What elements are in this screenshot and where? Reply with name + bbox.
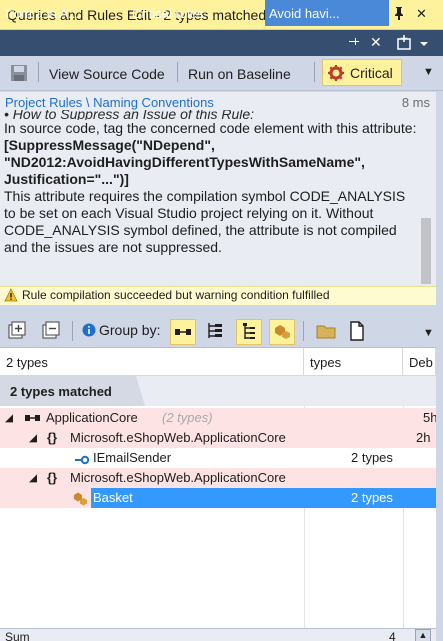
types-value: 2 types [351, 490, 393, 505]
tree-row-assembly[interactable]: ◢ ApplicationCore (2 types) 5h [0, 408, 437, 428]
namespace-tree-icon [208, 323, 222, 338]
panel-divider[interactable] [0, 305, 443, 315]
description-line: This attribute requires the compilation … [4, 188, 406, 255]
tab-label: Avoid havi... [269, 6, 340, 21]
toolbar-separator [72, 321, 73, 341]
info-icon[interactable] [82, 323, 96, 340]
column-header-types[interactable]: types [304, 348, 403, 376]
results-overflow-icon[interactable]: ▼ [423, 327, 434, 339]
expand-all-button[interactable] [6, 319, 32, 345]
rule-description-panel: Project Rules \ Naming Conventions 8 ms … [0, 92, 436, 286]
open-folder-button[interactable] [314, 319, 340, 345]
summary-label: Sum [5, 630, 30, 641]
tab-pin-icon[interactable] [348, 36, 362, 51]
new-tab-icon [397, 35, 428, 50]
expand-arrow-icon[interactable]: ◢ [5, 408, 13, 428]
tree-row-namespace[interactable]: ◢ {} Microsoft.eShopWeb.ApplicationCore [0, 468, 436, 488]
column-header-debt[interactable]: Deb [403, 348, 436, 376]
namespace-icon: {} [47, 430, 58, 445]
rule-breadcrumb[interactable]: Project Rules \ Naming Conventions [5, 95, 214, 110]
toolbar-overflow-icon[interactable]: ▼ [423, 66, 434, 78]
grid-edge [436, 315, 443, 641]
group-title: 2 types matched [0, 376, 145, 406]
assembly-name: ApplicationCore [46, 410, 138, 425]
namespace-name: Microsoft.eShopWeb.ApplicationCore [70, 430, 286, 445]
rule-description-text: • How to Suppress an Issue of this Rule:… [4, 110, 419, 256]
collapse-all-button[interactable] [40, 319, 66, 345]
group-by-assembly-button[interactable] [170, 319, 196, 345]
clipped-line: • How to Suppress an Issue of this Rule: [4, 110, 255, 120]
class-icon [72, 489, 90, 510]
type-name: IEmailSender [93, 450, 172, 465]
critical-toggle-button[interactable]: Critical [322, 59, 402, 86]
tree-row-namespace[interactable]: ◢ {} Microsoft.eShopWeb.ApplicationCore … [0, 428, 436, 448]
expand-all-icon [8, 321, 26, 339]
new-tab-button[interactable] [396, 34, 432, 55]
tab-query-1[interactable]: from a in A... [6, 0, 124, 26]
interface-icon [74, 453, 90, 468]
save-icon [11, 65, 27, 81]
code-line: [SuppressMessage("NDepend", [4, 137, 215, 153]
summary-bar: Sum 4 ▲ [0, 628, 436, 641]
toolbar-separator [177, 62, 178, 82]
new-document-button[interactable] [345, 319, 371, 345]
description-scroll-thumb[interactable] [421, 218, 431, 284]
pin-icon [395, 7, 403, 20]
tab-critical-rules[interactable]: Critical rules... [132, 0, 260, 26]
close-window-button[interactable]: ✕ [416, 6, 427, 22]
view-source-code-button[interactable]: View Source Code [43, 62, 171, 86]
warning-icon [4, 288, 18, 302]
toolbar-separator [38, 62, 39, 82]
column-header-name[interactable]: 2 types [0, 348, 304, 376]
scroll-up-button[interactable]: ▲ [415, 629, 431, 641]
code-line: Justification="...")] [4, 171, 129, 187]
namespace-icon: {} [47, 470, 58, 485]
assembly-icon [24, 412, 42, 427]
elapsed-time: 8 ms [401, 95, 430, 110]
toolbar-separator [314, 62, 315, 82]
namespace-name: Microsoft.eShopWeb.ApplicationCore [70, 470, 286, 485]
group-by-label: Group by: [99, 322, 161, 338]
description-line: In source code, tag the concerned code e… [4, 120, 417, 136]
summary-value: 4 [389, 630, 396, 641]
tree-row-class[interactable]: Basket 2 types [0, 488, 436, 508]
assembly-icon [175, 329, 191, 335]
save-button[interactable] [10, 64, 28, 85]
pin-button[interactable] [393, 6, 405, 23]
run-on-baseline-button[interactable]: Run on Baseline [182, 62, 297, 86]
types-value: 2 types [351, 450, 393, 465]
compile-status-text: Rule compilation succeeded but warning c… [22, 288, 330, 302]
tab-avoid-having[interactable]: Avoid havi... [265, 0, 389, 26]
class-icon [275, 325, 290, 339]
tree-row-interface[interactable]: IEmailSender 2 types [0, 448, 436, 468]
critical-label: Critical [350, 64, 393, 81]
folder-icon [316, 325, 336, 339]
expand-arrow-icon[interactable]: ◢ [29, 468, 37, 488]
assembly-count: (2 types) [162, 410, 213, 425]
toolbar-separator [303, 321, 304, 341]
expand-arrow-icon[interactable]: ◢ [29, 428, 37, 448]
tab-close-icon[interactable]: ✕ [370, 34, 382, 51]
type-name: Basket [93, 490, 133, 505]
group-by-type-button[interactable] [236, 319, 262, 345]
collapse-all-icon [42, 321, 60, 339]
critical-gear-icon [328, 64, 344, 81]
document-icon [350, 321, 364, 341]
group-by-class-button[interactable] [269, 319, 295, 345]
debt-value: 2h [416, 430, 431, 445]
type-tree-icon [243, 323, 255, 339]
group-by-namespace-button[interactable] [203, 319, 229, 345]
code-line: "ND2012:AvoidHavingDifferentTypesWithSam… [4, 154, 365, 170]
